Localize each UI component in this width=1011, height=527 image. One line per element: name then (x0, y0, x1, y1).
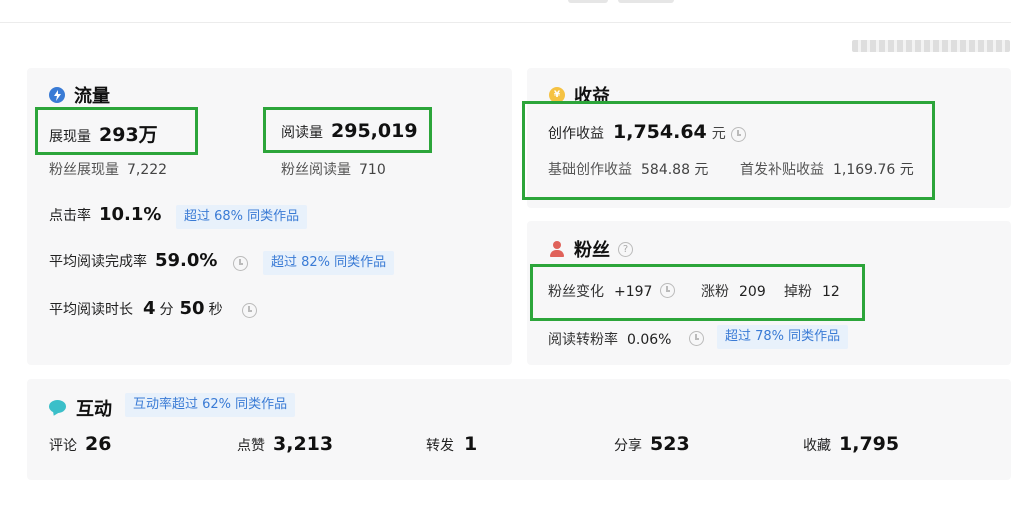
highlight-box-reads (263, 107, 432, 153)
share-metric: 分享 523 (614, 433, 690, 455)
fan-reads-value: 710 (359, 162, 386, 178)
shares-metric: 转发 1 (426, 433, 477, 455)
comments-label: 评论 (49, 438, 77, 454)
conversion-metric: 阅读转粉率 0.06% (548, 329, 671, 349)
fans-header: 粉丝 ? (549, 236, 633, 262)
ctr-value: 10.1% (99, 204, 162, 225)
conversion-badge: 超过 78% 同类作品 (717, 325, 849, 349)
favorites-metric: 收藏 1,795 (803, 433, 899, 455)
highlight-box-fans (530, 264, 865, 321)
comments-metric: 评论 26 (49, 433, 111, 455)
conversion-label: 阅读转粉率 (548, 332, 618, 348)
conversion-value: 0.06% (627, 332, 672, 348)
fan-impressions-value: 7,222 (127, 162, 168, 178)
duration-minutes: 4 (143, 298, 156, 319)
question-icon[interactable]: ? (618, 241, 633, 257)
highlight-box-income (522, 101, 935, 200)
duration-seconds-unit: 秒 (208, 302, 223, 318)
duration-label: 平均阅读时长 (49, 302, 133, 318)
duration-seconds: 50 (179, 298, 205, 319)
top-tab-indicator[interactable] (618, 0, 674, 3)
chat-bubble-icon (49, 400, 67, 418)
clock-icon[interactable] (242, 303, 257, 318)
fan-impressions-metric: 粉丝展现量 7,222 (49, 159, 167, 179)
completion-metric: 平均阅读完成率 59.0% (49, 250, 217, 271)
interaction-title: 互动 (76, 399, 112, 420)
duration-metric: 平均阅读时长 4 分 50 秒 (49, 298, 223, 319)
likes-value: 3,213 (273, 433, 334, 455)
lightning-icon (49, 87, 65, 103)
header-divider (0, 22, 1011, 23)
flow-title: 流量 (74, 86, 110, 107)
completion-badge: 超过 82% 同类作品 (263, 251, 395, 275)
fan-reads-metric: 粉丝阅读量 710 (281, 159, 386, 179)
clock-icon[interactable] (233, 256, 248, 271)
fan-reads-label: 粉丝阅读量 (281, 162, 351, 178)
completion-value: 59.0% (155, 250, 218, 271)
favorites-value: 1,795 (839, 433, 900, 455)
fan-impressions-label: 粉丝展现量 (49, 162, 119, 178)
top-tab-indicator[interactable] (568, 0, 608, 3)
blurred-header-text (852, 40, 1010, 52)
duration-minutes-unit: 分 (159, 302, 174, 318)
share-label: 分享 (614, 438, 642, 454)
interaction-badge: 互动率超过 62% 同类作品 (125, 393, 296, 417)
fans-title: 粉丝 (574, 240, 610, 261)
highlight-box-impressions (35, 107, 198, 155)
likes-metric: 点赞 3,213 (237, 433, 333, 455)
ctr-metric: 点击率 10.1% (49, 204, 161, 225)
likes-label: 点赞 (237, 438, 265, 454)
completion-label: 平均阅读完成率 (49, 254, 147, 270)
favorites-label: 收藏 (803, 438, 831, 454)
ctr-badge: 超过 68% 同类作品 (176, 205, 308, 229)
ctr-label: 点击率 (49, 208, 91, 224)
shares-value: 1 (464, 433, 478, 455)
interaction-header: 互动 (49, 395, 112, 421)
person-icon (549, 241, 565, 257)
share-value: 523 (650, 433, 690, 455)
shares-label: 转发 (426, 438, 454, 454)
flow-header: 流量 (49, 82, 110, 108)
clock-icon[interactable] (689, 331, 704, 346)
comments-value: 26 (85, 433, 112, 455)
